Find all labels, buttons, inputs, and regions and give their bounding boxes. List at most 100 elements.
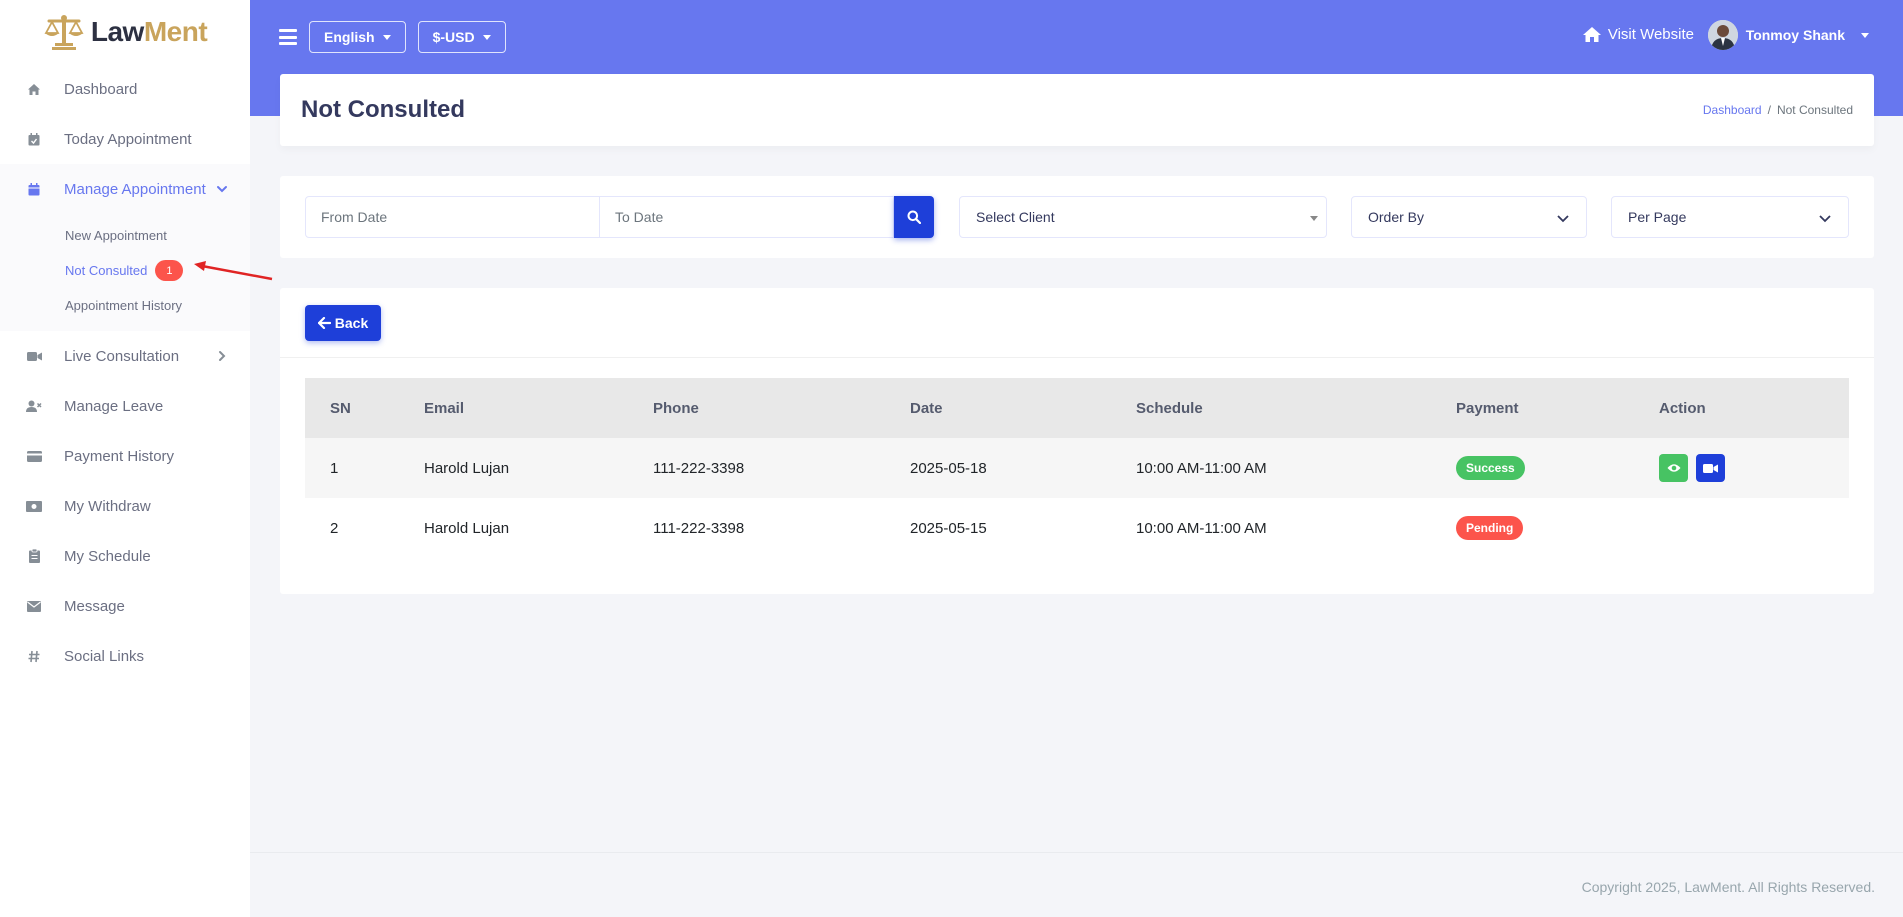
search-icon — [907, 210, 921, 224]
per-page-label: Per Page — [1628, 209, 1687, 225]
sidebar-item-payment-history[interactable]: Payment History — [0, 431, 250, 481]
search-button[interactable] — [894, 196, 934, 238]
sidebar-item-label: My Schedule — [64, 547, 151, 565]
appointments-card: Back SN Email Phone Date Schedule Paymen… — [280, 288, 1874, 594]
cell-action — [1659, 438, 1849, 498]
copyright-text: Copyright 2025, LawMent. All Rights Rese… — [1581, 879, 1875, 895]
annotation-arrow-icon — [194, 261, 273, 281]
caret-down-icon — [1310, 216, 1318, 221]
card-header: Back — [280, 288, 1874, 358]
arrow-left-icon — [317, 317, 331, 329]
sidebar-subitem-appointment-history[interactable]: Appointment History — [0, 288, 250, 323]
table-row: 1 Harold Lujan 111-222-3398 2025-05-18 1… — [305, 438, 1849, 498]
language-dropdown[interactable]: English — [309, 21, 406, 53]
sidebar-menu: Dashboard Today Appointment Manage Appoi… — [0, 64, 250, 214]
hashtag-icon — [26, 648, 42, 664]
sidebar-item-manage-appointment[interactable]: Manage Appointment — [0, 164, 250, 214]
currency-label: $-USD — [432, 29, 475, 45]
logo[interactable]: LawMent — [0, 0, 250, 64]
sidebar-item-label: Manage Leave — [64, 397, 164, 415]
sidebar-subitem-label: Not Consulted — [65, 263, 148, 278]
money-bill-icon — [26, 498, 42, 514]
view-button[interactable] — [1659, 454, 1688, 482]
chevron-down-icon — [1557, 215, 1569, 223]
chevron-down-icon — [217, 186, 227, 193]
sidebar-item-label: Today Appointment — [64, 130, 192, 148]
cell-phone: 111-222-3398 — [653, 459, 745, 477]
table-row: 2 Harold Lujan 111-222-3398 2025-05-15 1… — [305, 498, 1849, 558]
user-menu-dropdown[interactable]: Tonmoy Shank — [1707, 20, 1869, 50]
sidebar-subitem-label: New Appointment — [65, 228, 167, 243]
cell-sn: 1 — [330, 459, 339, 477]
cell-email: Harold Lujan — [424, 459, 510, 477]
sidebar: LawMent Dashboard Today Appointment Mana… — [0, 0, 250, 917]
sidebar-item-label: Manage Appointment — [64, 180, 206, 198]
scales-of-justice-icon — [44, 15, 84, 50]
home-icon — [1582, 27, 1601, 42]
not-consulted-count-badge: 1 — [155, 260, 184, 281]
language-label: English — [324, 29, 375, 45]
video-icon — [26, 348, 42, 364]
sidebar-item-social-links[interactable]: Social Links — [0, 631, 250, 681]
sidebar-item-my-schedule[interactable]: My Schedule — [0, 531, 250, 581]
to-date-input[interactable]: To Date — [599, 196, 894, 238]
cell-action — [1659, 498, 1849, 558]
select-client-label: Select Client — [976, 209, 1055, 225]
column-header-action: Action — [1659, 399, 1706, 417]
per-page-select[interactable]: Per Page — [1611, 196, 1849, 238]
cell-schedule: 10:00 AM-11:00 AM — [1136, 459, 1267, 477]
page-title: Not Consulted — [301, 96, 465, 123]
sidebar-item-message[interactable]: Message — [0, 581, 250, 631]
back-button[interactable]: Back — [305, 305, 381, 341]
sidebar-item-my-withdraw[interactable]: My Withdraw — [0, 481, 250, 531]
cell-date: 2025-05-15 — [910, 519, 987, 537]
sidebar-item-label: Social Links — [64, 647, 145, 665]
visit-website-link[interactable]: Visit Website — [1582, 26, 1694, 43]
avatar — [1707, 20, 1738, 50]
cell-payment: Pending — [1456, 498, 1659, 558]
from-date-input[interactable]: From Date — [305, 196, 600, 238]
breadcrumb-dashboard-link[interactable]: Dashboard — [1703, 103, 1762, 117]
start-video-consultation-button[interactable] — [1696, 454, 1726, 482]
sidebar-item-dashboard[interactable]: Dashboard — [0, 64, 250, 114]
sidebar-subitem-new-appointment[interactable]: New Appointment — [0, 218, 250, 253]
filter-card: From Date To Date Select Client Order By… — [280, 176, 1874, 258]
currency-dropdown[interactable]: $-USD — [417, 21, 506, 53]
caret-down-icon — [482, 34, 491, 40]
user-name: Tonmoy Shank — [1745, 27, 1845, 43]
brand-name: LawMent — [91, 16, 208, 48]
sidebar-item-today-appointment[interactable]: Today Appointment — [0, 114, 250, 164]
sidebar-item-label: Live Consultation — [64, 347, 180, 365]
order-by-label: Order By — [1368, 209, 1425, 225]
visit-website-label: Visit Website — [1607, 26, 1694, 43]
sidebar-item-label: Message — [64, 597, 125, 615]
cell-email: Harold Lujan — [424, 519, 510, 537]
sidebar-item-label: Dashboard — [64, 80, 138, 98]
select-client-dropdown[interactable]: Select Client — [959, 196, 1327, 238]
breadcrumb-current: Not Consulted — [1776, 103, 1853, 117]
chevron-down-icon — [1819, 215, 1831, 223]
table-header-row: SN Email Phone Date Schedule Payment Act… — [305, 378, 1849, 438]
order-by-select[interactable]: Order By — [1351, 196, 1587, 238]
breadcrumb-separator: / — [1767, 103, 1771, 117]
cell-schedule: 10:00 AM-11:00 AM — [1136, 519, 1267, 537]
sidebar-item-manage-leave[interactable]: Manage Leave — [0, 381, 250, 431]
credit-card-icon — [26, 448, 42, 464]
hamburger-menu-icon[interactable] — [279, 29, 297, 45]
cell-payment: Success — [1456, 438, 1659, 498]
page-header: Not Consulted Dashboard / Not Consulted — [280, 74, 1874, 146]
sidebar-item-live-consultation[interactable]: Live Consultation — [0, 331, 250, 381]
user-times-icon — [26, 398, 42, 414]
sidebar-item-label: Payment History — [64, 447, 175, 465]
calendar-icon — [26, 181, 42, 197]
envelope-icon — [26, 598, 42, 614]
clipboard-icon — [26, 548, 42, 564]
chevron-right-icon — [219, 351, 226, 361]
status-badge: Pending — [1456, 516, 1524, 540]
column-header-email: Email — [424, 399, 465, 417]
column-header-phone: Phone — [653, 399, 699, 417]
cell-date: 2025-05-18 — [910, 459, 987, 477]
breadcrumb: Dashboard / Not Consulted — [1703, 103, 1853, 117]
status-badge: Success — [1456, 456, 1525, 480]
caret-down-icon — [382, 34, 391, 40]
